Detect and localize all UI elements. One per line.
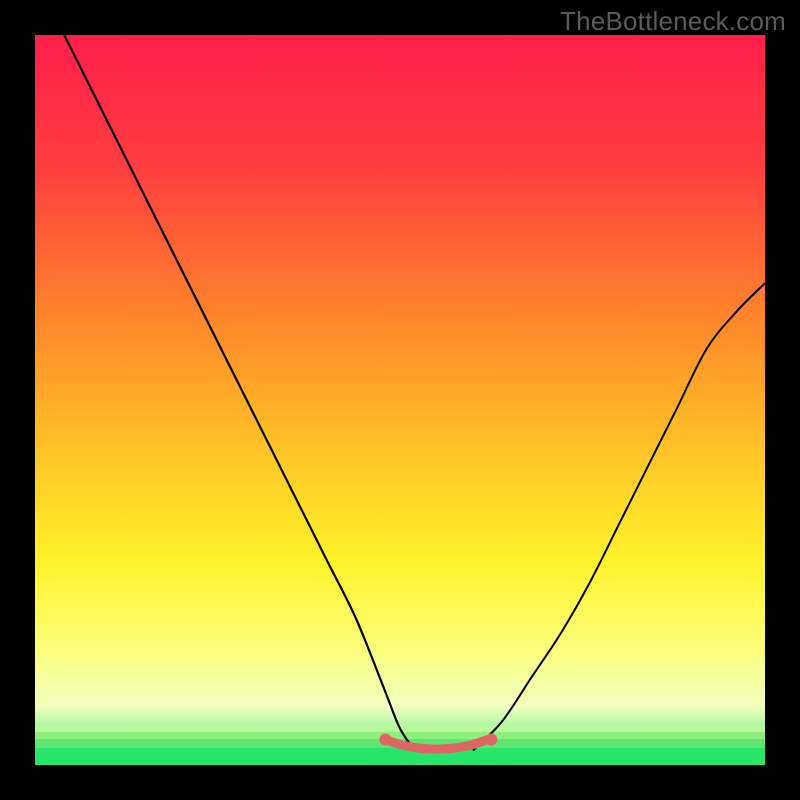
flat-bottom-highlight bbox=[385, 740, 487, 750]
bottom-marker-dot-left bbox=[379, 733, 391, 745]
right-curve bbox=[473, 283, 765, 750]
plot-area bbox=[35, 35, 765, 765]
bottom-marker-dot-right bbox=[485, 733, 497, 745]
curves-svg bbox=[35, 35, 765, 765]
watermark-text: TheBottleneck.com bbox=[560, 6, 786, 37]
left-curve bbox=[64, 35, 414, 750]
chart-frame: TheBottleneck.com bbox=[0, 0, 800, 800]
